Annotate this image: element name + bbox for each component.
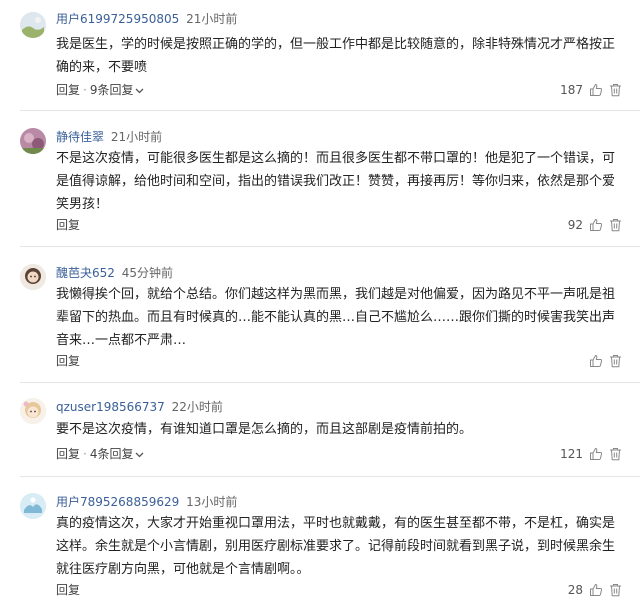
like-count: 28 — [567, 583, 583, 597]
comment-actions: 回复 — [56, 351, 80, 371]
comment-item: 用户6199725950805 21小时前 我是医生，学的时候是按照正确的学的，… — [0, 8, 640, 106]
action-separator: · — [83, 83, 87, 97]
reply-button[interactable]: 回复 — [56, 583, 80, 597]
replies-count-label: 4条回复 — [89, 447, 134, 461]
comment-actions: 回复 · 9条回复 — [56, 80, 144, 100]
avatar[interactable] — [20, 264, 46, 290]
avatar[interactable] — [20, 12, 46, 38]
comment-text: 我懒得挨个回，就给个总结。你们越这样为黑而黑，我们越是对他偏爱，因为路见不平一声… — [56, 287, 616, 348]
comment-item: 醜芭夬652 45分钟前 我懒得挨个回，就给个总结。你们越这样为黑而黑，我们越是… — [0, 262, 640, 374]
comment-meta: 用户7895268859629 13小时前 — [56, 492, 237, 512]
divider — [20, 246, 640, 247]
comment-text: 要不是这次疫情，有谁知道口罩是怎么摘的，而且这部剧是疫情前拍的。 — [56, 422, 473, 437]
timestamp: 21小时前 — [110, 130, 163, 144]
trash-icon[interactable] — [609, 583, 622, 597]
comment-actions: 回复 · 4条回复 — [56, 444, 144, 464]
reply-button[interactable]: 回复 — [56, 354, 80, 368]
comment-list: 用户6199725950805 21小时前 我是医生，学的时候是按照正确的学的，… — [0, 0, 640, 606]
comment-text: 不是这次疫情，可能很多医生都是这么摘的！而且很多医生都不带口罩的！他是犯了一个错… — [56, 151, 616, 212]
timestamp: 13小时前 — [186, 495, 238, 509]
avatar[interactable] — [20, 493, 46, 519]
reply-button[interactable]: 回复 — [56, 83, 80, 97]
trash-icon[interactable] — [609, 83, 622, 97]
chevron-down-icon — [136, 88, 144, 93]
action-separator: · — [83, 447, 87, 461]
view-replies-button[interactable]: 9条回复 — [90, 83, 145, 97]
reply-button[interactable]: 回复 — [56, 218, 80, 232]
comment-meta: 醜芭夬652 45分钟前 — [56, 263, 173, 283]
comment-meta: 静待佳翠 21小时前 — [56, 127, 162, 147]
comment-text: 真的疫情这次，大家才开始重视口罩用法，平时也就戴戴，有的医生甚至都不带，不是杠，… — [56, 516, 616, 577]
avatar[interactable] — [20, 398, 46, 424]
like-count: 92 — [567, 218, 583, 232]
comment-tools — [583, 351, 622, 371]
username-link[interactable]: 静待佳翠 — [56, 130, 104, 144]
comment-item: qzuser198566737 22小时前 要不是这次疫情，有谁知道口罩是怎么摘… — [0, 396, 640, 468]
avatar[interactable] — [20, 128, 46, 154]
divider — [20, 476, 640, 477]
trash-icon[interactable] — [609, 354, 622, 368]
comment-tools: 187 — [560, 80, 622, 100]
comment-actions: 回复 — [56, 215, 80, 235]
thumbs-up-icon[interactable] — [589, 218, 603, 232]
comment-tools: 92 — [568, 215, 622, 235]
thumbs-up-icon[interactable] — [589, 583, 603, 597]
comment-tools: 121 — [560, 444, 622, 464]
comment-text: 我是医生，学的时候是按照正确的学的，但一般工作中都是比较随意的，除非特殊情况才严… — [56, 37, 616, 75]
reply-button[interactable]: 回复 — [56, 447, 80, 461]
comment-item: 用户7895268859629 13小时前 真的疫情这次，大家才开始重视口罩用法… — [0, 491, 640, 603]
timestamp: 21小时前 — [186, 12, 238, 26]
divider — [20, 110, 640, 111]
thumbs-up-icon[interactable] — [589, 83, 603, 97]
like-count: 187 — [560, 83, 583, 97]
thumbs-up-icon[interactable] — [589, 447, 603, 461]
thumbs-up-icon[interactable] — [589, 354, 603, 368]
comment-actions: 回复 — [56, 580, 80, 600]
comment-meta: qzuser198566737 22小时前 — [56, 397, 223, 417]
comment-tools: 28 — [568, 580, 622, 600]
like-count: 121 — [560, 447, 583, 461]
comment-item: 静待佳翠 21小时前 不是这次疫情，可能很多医生都是这么摘的！而且很多医生都不带… — [0, 126, 640, 238]
divider — [20, 382, 640, 383]
username-link[interactable]: qzuser198566737 — [56, 400, 165, 414]
trash-icon[interactable] — [609, 218, 622, 232]
view-replies-button[interactable]: 4条回复 — [90, 447, 145, 461]
timestamp: 45分钟前 — [121, 266, 174, 280]
chevron-down-icon — [136, 452, 144, 457]
username-link[interactable]: 用户7895268859629 — [56, 495, 179, 509]
trash-icon[interactable] — [609, 447, 622, 461]
username-link[interactable]: 用户6199725950805 — [56, 12, 179, 26]
replies-count-label: 9条回复 — [89, 83, 134, 97]
username-link[interactable]: 醜芭夬652 — [56, 266, 115, 280]
timestamp: 22小时前 — [171, 400, 223, 414]
comment-meta: 用户6199725950805 21小时前 — [56, 9, 237, 29]
